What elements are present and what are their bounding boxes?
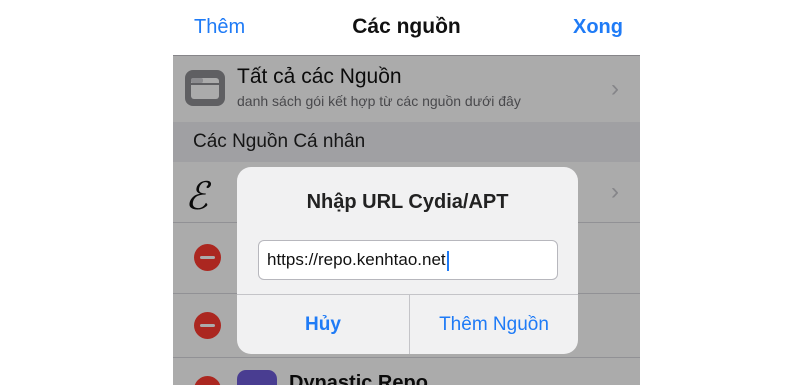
cancel-button[interactable]: Hủy [237,295,409,354]
add-source-dialog: Nhập URL Cydia/APT https://repo.kenhtao.… [237,167,578,354]
url-input-value: https://repo.kenhtao.net [267,250,446,269]
dialog-title: Nhập URL Cydia/APT [306,191,509,213]
add-source-button[interactable]: Thêm Nguồn [410,295,578,354]
text-caret [446,250,449,271]
url-input[interactable]: https://repo.kenhtao.net [258,240,558,280]
done-button[interactable]: Xong [573,16,623,39]
page-title: Các nguồn [352,15,461,38]
nav-bar: Thêm Các nguồn Xong [173,0,640,56]
